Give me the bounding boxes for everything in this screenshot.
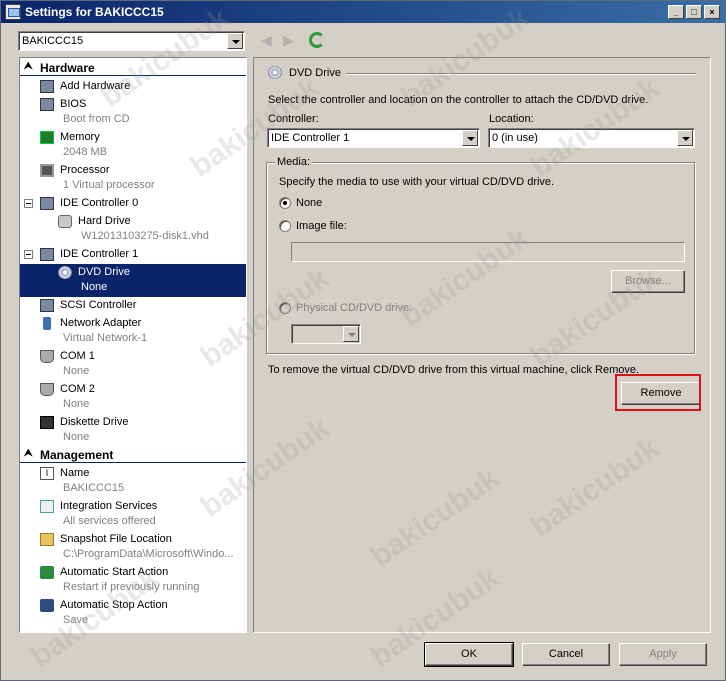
chevron-down-icon[interactable] [677,130,693,146]
collapse-icon[interactable] [24,250,33,259]
remove-button-highlight [615,374,701,411]
image-file-label[interactable]: Image file: [296,220,347,232]
cancel-button[interactable]: Cancel [522,643,610,666]
dvd-drive-settings-panel: DVD Drive Select the controller and loca… [253,57,711,633]
maximize-button[interactable]: □ [686,5,702,19]
controller-select[interactable]: IDE Controller 1 [267,128,480,148]
diskette-drive-icon [40,416,54,429]
none-radio[interactable] [279,197,291,209]
location-label: Location: [489,113,534,125]
chevron-down-icon[interactable] [462,130,478,146]
controller-label: Controller: [268,113,319,125]
dvd-drive-icon [268,66,282,79]
chevron-down-icon[interactable] [227,33,243,49]
tree-item-bios[interactable]: BIOS Boot from CD [20,96,246,129]
hardware-section-header[interactable]: ⮝ Hardware [20,60,246,76]
collapse-icon[interactable] [24,199,33,208]
settings-window: Settings for BAKICCC15 _ □ × BAKICCC15 ◀… [0,0,726,681]
minimize-button[interactable]: _ [668,5,684,19]
com-port-icon [40,350,54,363]
name-icon: I [40,467,54,480]
image-file-radio[interactable] [279,220,291,232]
forward-arrow-icon[interactable]: ▶ [283,33,297,47]
physical-drive-label[interactable]: Physical CD/DVD drive: [296,302,412,314]
ide-controller-icon [40,197,54,210]
tree-item-snapshot-file-location[interactable]: Snapshot File Location C:\ProgramData\Mi… [20,531,246,564]
physical-drive-select[interactable] [291,324,361,344]
memory-icon [40,131,54,144]
hard-drive-icon [58,215,72,228]
settings-app-icon [5,4,21,20]
tree-item-com-2[interactable]: COM 2 None [20,381,246,414]
browse-button[interactable]: Browse... [611,270,685,293]
tree-item-processor[interactable]: Processor 1 Virtual processor [20,162,246,195]
collapse-chevron-icon[interactable]: ⮝ [24,448,33,459]
com-port-icon [40,383,54,396]
instructions-text: Select the controller and location on th… [268,94,649,106]
media-instructions: Specify the media to use with your virtu… [279,176,555,188]
heading-divider [346,73,696,75]
ok-button[interactable]: OK [424,642,514,667]
tree-item-automatic-start-action[interactable]: Automatic Start Action Restart if previo… [20,564,246,597]
tree-item-hard-drive[interactable]: Hard Drive W12013103275-disk1.vhd [20,213,246,246]
none-label[interactable]: None [296,197,322,209]
folder-icon [40,533,54,546]
refresh-icon[interactable] [309,32,325,48]
settings-tree: ⮝ Hardware Add Hardware BIOS Boot from C… [19,57,247,633]
title-bar[interactable]: Settings for BAKICCC15 _ □ × [1,1,725,23]
media-groupbox: Media: Specify the media to use with you… [266,156,695,354]
panel-heading: DVD Drive [289,67,341,79]
tree-item-dvd-drive[interactable]: DVD Drive None [20,264,246,297]
ide-controller-icon [40,248,54,261]
management-section-header[interactable]: ⮝ Management [20,447,246,463]
collapse-chevron-icon[interactable]: ⮝ [24,61,33,72]
tree-item-com-1[interactable]: COM 1 None [20,348,246,381]
scsi-controller-icon [40,299,54,312]
location-select[interactable]: 0 (in use) [488,128,695,148]
window-title: Settings for BAKICCC15 [25,5,164,19]
tree-item-diskette-drive[interactable]: Diskette Drive None [20,414,246,447]
stop-action-icon [40,599,54,612]
image-file-path-input[interactable] [291,242,685,262]
tree-item-automatic-stop-action[interactable]: Automatic Stop Action Save [20,597,246,630]
close-button[interactable]: × [704,5,720,19]
vm-selector-value: BAKICCC15 [22,35,84,47]
remove-instructions: To remove the virtual CD/DVD drive from … [268,364,640,376]
network-adapter-icon [43,317,51,330]
chevron-down-icon[interactable] [343,326,359,342]
physical-drive-radio[interactable] [279,302,291,314]
tree-item-ide-controller-0[interactable]: IDE Controller 0 [20,195,246,213]
tree-item-scsi-controller[interactable]: SCSI Controller [20,297,246,315]
tree-item-network-adapter[interactable]: Network Adapter Virtual Network-1 [20,315,246,348]
start-action-icon [40,566,54,579]
add-hardware-icon [40,80,54,93]
tree-item-add-hardware[interactable]: Add Hardware [20,78,246,96]
bios-icon [40,98,54,111]
dvd-drive-icon [58,266,72,279]
tree-item-ide-controller-1[interactable]: IDE Controller 1 [20,246,246,264]
vm-selector[interactable]: BAKICCC15 [18,31,245,51]
back-arrow-icon[interactable]: ◀ [261,33,275,47]
tree-item-name[interactable]: I Name BAKICCC15 [20,465,246,498]
tree-item-integration-services[interactable]: Integration Services All services offere… [20,498,246,531]
integration-services-icon [40,500,54,513]
processor-icon [40,164,54,177]
tree-item-memory[interactable]: Memory 2048 MB [20,129,246,162]
apply-button[interactable]: Apply [619,643,707,666]
media-label: Media: [275,156,313,168]
